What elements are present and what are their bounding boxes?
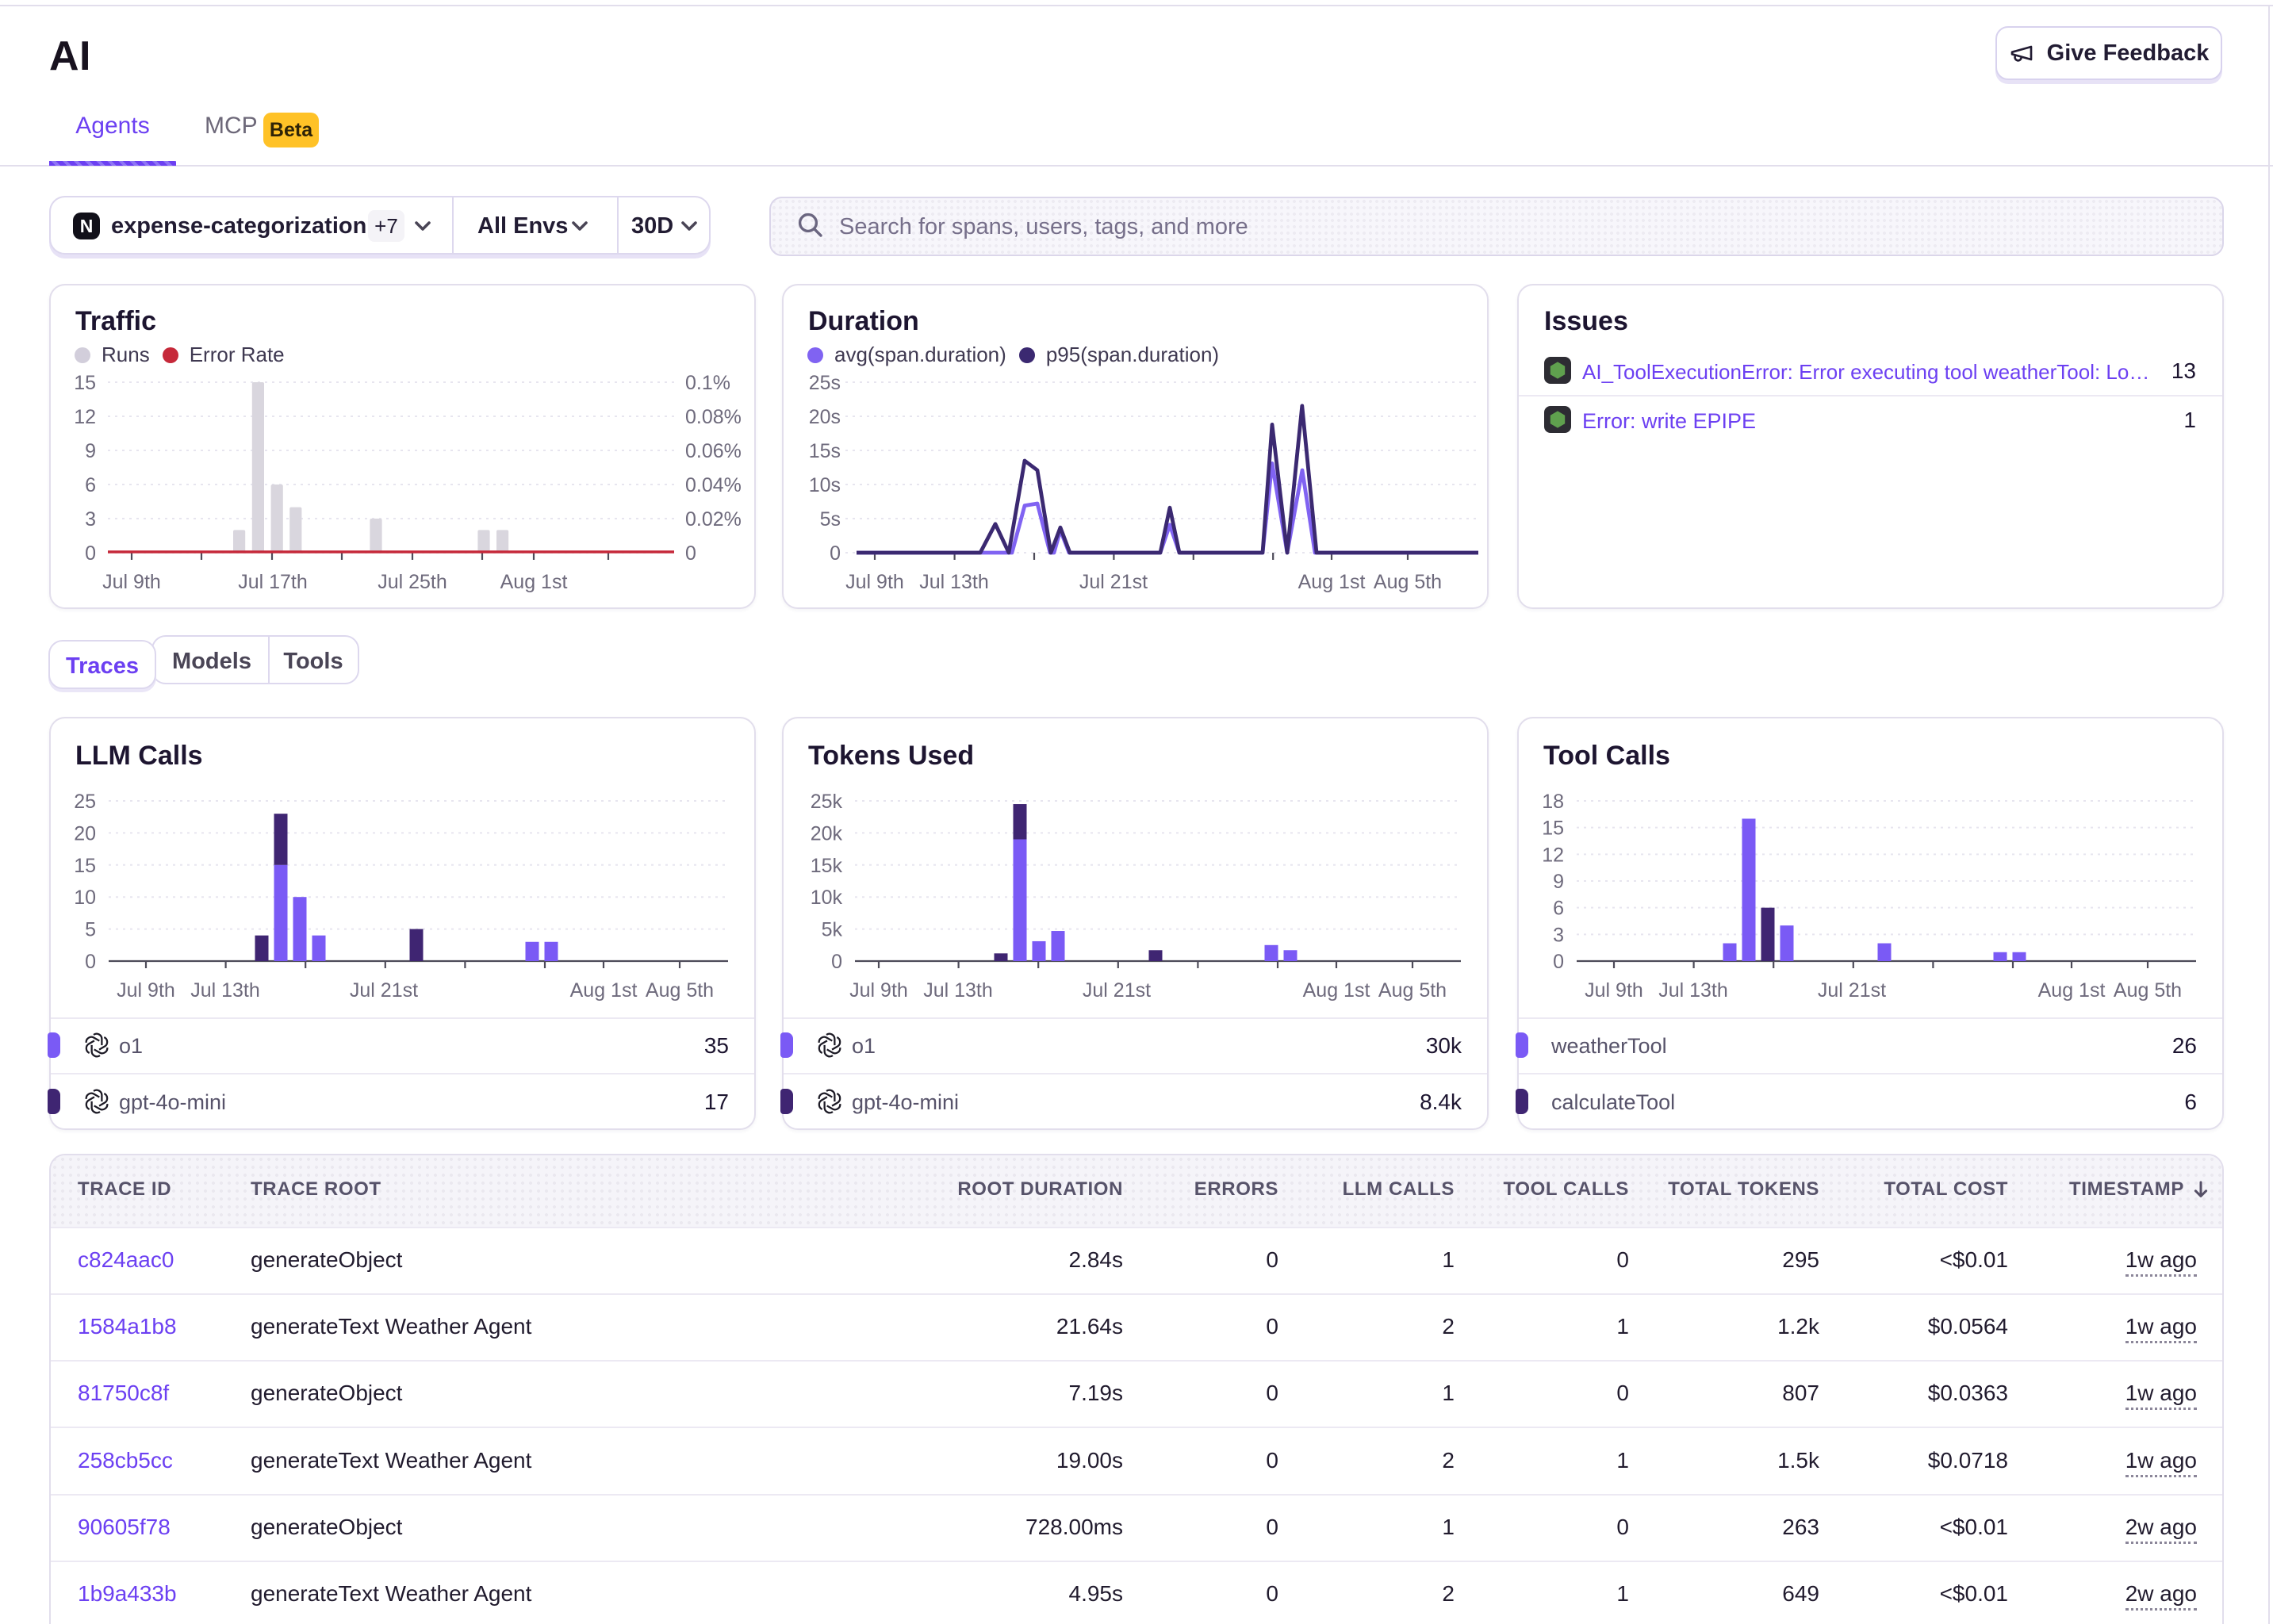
- svg-text:0.1%: 0.1%: [685, 372, 730, 394]
- svg-text:Jul 13th: Jul 13th: [190, 979, 260, 1002]
- svg-text:Jul 13th: Jul 13th: [1658, 979, 1728, 1002]
- svg-text:6: 6: [85, 474, 96, 496]
- svg-text:Jul 21st: Jul 21st: [1083, 979, 1151, 1002]
- svg-text:Aug 1st: Aug 1st: [570, 979, 638, 1002]
- svg-text:Aug 5th: Aug 5th: [2114, 979, 2182, 1002]
- svg-text:15: 15: [74, 855, 96, 877]
- svg-text:10s: 10s: [809, 474, 841, 496]
- svg-text:Aug 5th: Aug 5th: [1374, 571, 1442, 593]
- svg-text:Jul 9th: Jul 9th: [1585, 979, 1643, 1002]
- svg-text:Jul 21st: Jul 21st: [350, 979, 418, 1002]
- svg-text:Jul 9th: Jul 9th: [102, 571, 161, 593]
- svg-text:20k: 20k: [811, 822, 843, 845]
- svg-text:Jul 9th: Jul 9th: [117, 979, 175, 1002]
- svg-text:3: 3: [85, 508, 96, 530]
- svg-text:Aug 5th: Aug 5th: [1378, 979, 1447, 1002]
- svg-text:Jul 9th: Jul 9th: [845, 571, 904, 593]
- svg-text:0.02%: 0.02%: [685, 508, 742, 530]
- svg-text:Jul 9th: Jul 9th: [849, 979, 908, 1002]
- svg-text:18: 18: [1542, 791, 1564, 813]
- svg-text:Jul 13th: Jul 13th: [919, 571, 989, 593]
- svg-text:0: 0: [831, 951, 842, 973]
- svg-text:25: 25: [74, 791, 96, 813]
- svg-text:10k: 10k: [811, 887, 843, 909]
- svg-text:15: 15: [1542, 818, 1564, 840]
- svg-text:0: 0: [830, 542, 841, 565]
- svg-text:15: 15: [74, 372, 96, 394]
- svg-text:Jul 13th: Jul 13th: [923, 979, 993, 1002]
- svg-text:12: 12: [74, 406, 96, 428]
- svg-text:Jul 21st: Jul 21st: [1079, 571, 1148, 593]
- svg-text:9: 9: [1553, 871, 1564, 893]
- svg-text:0.04%: 0.04%: [685, 474, 742, 496]
- svg-text:0: 0: [85, 951, 96, 973]
- svg-text:25k: 25k: [811, 791, 843, 813]
- svg-text:15s: 15s: [809, 440, 841, 462]
- svg-text:0: 0: [685, 542, 696, 565]
- svg-text:N: N: [80, 216, 94, 236]
- svg-text:0.06%: 0.06%: [685, 440, 742, 462]
- svg-text:0.08%: 0.08%: [685, 406, 742, 428]
- svg-text:20: 20: [74, 822, 96, 845]
- svg-text:9: 9: [85, 440, 96, 462]
- svg-text:10: 10: [74, 887, 96, 909]
- svg-text:5k: 5k: [822, 919, 843, 941]
- svg-text:25s: 25s: [809, 372, 841, 394]
- svg-text:0: 0: [85, 542, 96, 565]
- svg-text:0: 0: [1553, 951, 1564, 973]
- svg-text:Jul 25th: Jul 25th: [378, 571, 447, 593]
- svg-text:Aug 1st: Aug 1st: [500, 571, 568, 593]
- svg-text:Jul 21st: Jul 21st: [1818, 979, 1886, 1002]
- svg-text:Jul 17th: Jul 17th: [238, 571, 308, 593]
- svg-text:5s: 5s: [820, 508, 841, 530]
- svg-text:6: 6: [1553, 898, 1564, 920]
- svg-text:Aug 1st: Aug 1st: [1298, 571, 1366, 593]
- svg-text:Aug 1st: Aug 1st: [1303, 979, 1370, 1002]
- svg-text:3: 3: [1553, 924, 1564, 946]
- svg-text:20s: 20s: [809, 406, 841, 428]
- svg-text:15k: 15k: [811, 855, 843, 877]
- svg-text:Aug 5th: Aug 5th: [646, 979, 714, 1002]
- svg-text:5: 5: [85, 919, 96, 941]
- svg-text:Aug 1st: Aug 1st: [2038, 979, 2106, 1002]
- svg-text:12: 12: [1542, 844, 1564, 866]
